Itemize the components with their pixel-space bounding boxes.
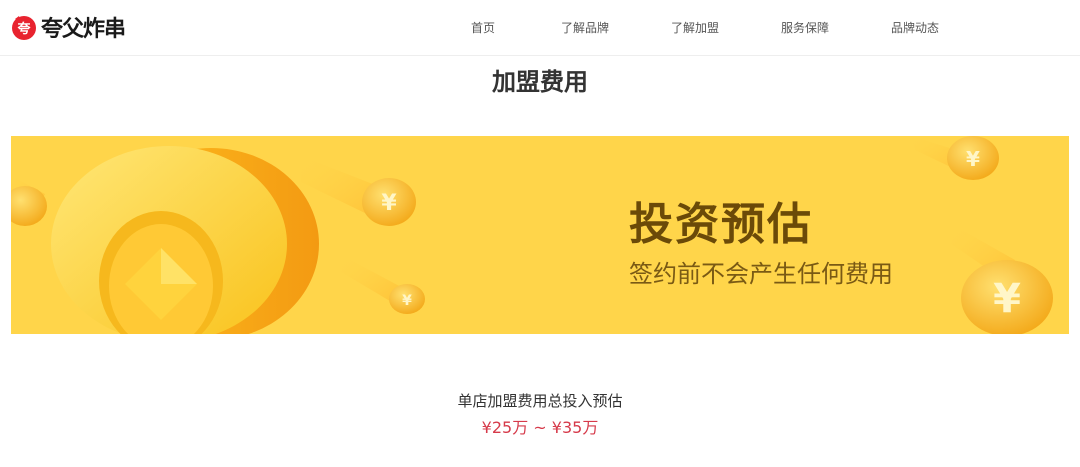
site-header: 夸 夸父炸串 首页 了解品牌 了解加盟 服务保障 品牌动态 xyxy=(0,0,1080,56)
nav-item-franchise[interactable]: 了解加盟 xyxy=(671,19,719,36)
investment-estimate-label: 单店加盟费用总投入预估 xyxy=(457,392,623,410)
banner-headline: 投资预估 xyxy=(629,199,813,250)
svg-text:¥: ¥ xyxy=(381,191,397,216)
section-title: 加盟费用 xyxy=(492,68,588,96)
nav-item-about-brand[interactable]: 了解品牌 xyxy=(561,19,609,36)
banner-subline: 签约前不会产生任何费用 xyxy=(629,260,893,288)
svg-text:¥: ¥ xyxy=(966,147,980,171)
investment-estimate-range: ¥25万 ~ ¥35万 xyxy=(481,418,599,437)
main-nav: 首页 了解品牌 了解加盟 服务保障 品牌动态 xyxy=(0,19,1080,35)
nav-item-service[interactable]: 服务保障 xyxy=(781,19,829,36)
svg-text:¥: ¥ xyxy=(402,293,412,309)
nav-item-news[interactable]: 品牌动态 xyxy=(891,19,939,36)
investment-banner: ¥ ¥ ¥ ¥ 投资预估 签约前不会产生任何费用 xyxy=(11,136,1069,334)
nav-item-home[interactable]: 首页 xyxy=(471,19,495,36)
coin-left xyxy=(11,186,47,226)
coin-illustration: ¥ ¥ ¥ ¥ xyxy=(11,136,1053,334)
svg-text:¥: ¥ xyxy=(993,276,1021,322)
